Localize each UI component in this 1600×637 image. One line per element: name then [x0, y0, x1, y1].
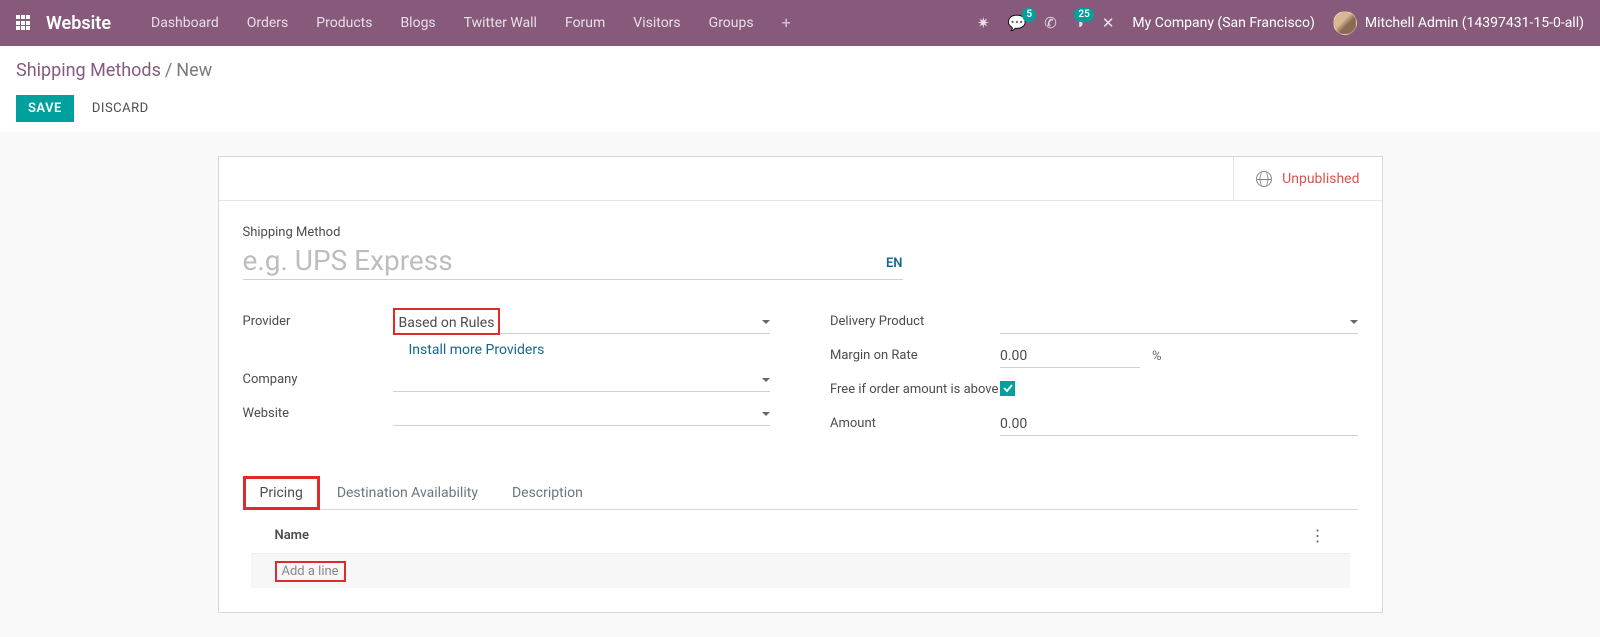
apps-menu-icon[interactable] — [16, 15, 32, 31]
debug-icon[interactable]: ✷ — [977, 14, 990, 32]
company-label: Company — [243, 368, 393, 387]
company-select[interactable] — [393, 368, 771, 392]
messages-icon[interactable]: 💬5 — [1008, 14, 1027, 32]
company-switcher[interactable]: My Company (San Francisco) — [1132, 15, 1314, 31]
top-navbar: Website Dashboard Orders Products Blogs … — [0, 0, 1600, 46]
publish-toggle[interactable]: Unpublished — [1233, 157, 1381, 200]
provider-label: Provider — [243, 310, 393, 329]
margin-input[interactable] — [1000, 344, 1140, 368]
form-sheet: Unpublished Shipping Method EN Provider — [218, 156, 1383, 613]
chevron-down-icon — [762, 378, 770, 382]
tab-destination-availability[interactable]: Destination Availability — [320, 476, 495, 509]
website-label: Website — [243, 402, 393, 421]
nav-item-twitter-wall[interactable]: Twitter Wall — [450, 0, 551, 46]
user-menu[interactable]: Mitchell Admin (14397431-15-0-all) — [1333, 11, 1584, 35]
tab-pricing[interactable]: Pricing — [243, 476, 320, 510]
breadcrumb-parent[interactable]: Shipping Methods — [16, 60, 161, 81]
nav-item-products[interactable]: Products — [302, 0, 386, 46]
free-if-above-label: Free if order amount is above — [830, 378, 1000, 397]
publish-label: Unpublished — [1282, 171, 1359, 187]
save-button[interactable]: SAVE — [16, 95, 74, 122]
nav-item-orders[interactable]: Orders — [233, 0, 303, 46]
chevron-down-icon — [762, 412, 770, 416]
provider-select[interactable]: Based on Rules — [393, 310, 771, 334]
app-brand[interactable]: Website — [46, 13, 111, 34]
discard-button[interactable]: DISCARD — [92, 101, 149, 116]
action-buttons: SAVE DISCARD — [16, 95, 1584, 122]
activities-badge: 25 — [1074, 8, 1093, 22]
nav-item-visitors[interactable]: Visitors — [619, 0, 694, 46]
notebook-tabs: Pricing Destination Availability Descrip… — [243, 476, 1358, 510]
column-header-name: Name — [275, 528, 309, 543]
amount-input[interactable] — [1000, 412, 1358, 436]
delivery-product-select[interactable] — [1000, 310, 1358, 334]
chevron-down-icon — [1350, 320, 1358, 324]
sheet-header: Unpublished — [219, 157, 1382, 201]
breadcrumb: Shipping Methods/New — [16, 60, 1584, 81]
shipping-method-input[interactable] — [243, 244, 872, 277]
tools-icon[interactable]: ✕ — [1102, 14, 1115, 32]
margin-suffix: % — [1152, 349, 1162, 364]
chevron-down-icon — [762, 320, 770, 324]
left-column: Provider Based on Rules Install more Pro… — [243, 310, 771, 446]
messages-badge: 5 — [1022, 8, 1036, 22]
systray: ✷ 💬5 ✆ ◑25 ✕ My Company (San Francisco) … — [977, 11, 1584, 35]
right-column: Delivery Product Margin on Rate % — [830, 310, 1358, 446]
phone-icon[interactable]: ✆ — [1044, 14, 1057, 32]
translate-button[interactable]: EN — [886, 256, 903, 277]
nav-item-add[interactable]: + — [768, 0, 805, 46]
tab-description[interactable]: Description — [495, 476, 600, 509]
breadcrumb-current: New — [176, 60, 212, 81]
globe-icon — [1256, 171, 1272, 187]
nav-item-dashboard[interactable]: Dashboard — [137, 0, 233, 46]
add-line-link[interactable]: Add a line — [275, 561, 346, 582]
nav-item-forum[interactable]: Forum — [551, 0, 619, 46]
nav-item-blogs[interactable]: Blogs — [386, 0, 449, 46]
nav-item-groups[interactable]: Groups — [695, 0, 768, 46]
install-providers-link[interactable]: Install more Providers — [393, 334, 545, 362]
free-if-above-checkbox[interactable] — [1000, 381, 1015, 396]
kebab-menu-icon[interactable]: ⋮ — [1310, 526, 1326, 545]
delivery-product-label: Delivery Product — [830, 310, 1000, 329]
pricing-list: Name ⋮ Add a line — [243, 510, 1358, 604]
website-select[interactable] — [393, 402, 771, 426]
user-name: Mitchell Admin (14397431-15-0-all) — [1365, 15, 1584, 31]
activities-icon[interactable]: ◑25 — [1075, 14, 1084, 32]
margin-label: Margin on Rate — [830, 344, 1000, 363]
control-panel: Shipping Methods/New SAVE DISCARD — [0, 46, 1600, 132]
nav-items: Dashboard Orders Products Blogs Twitter … — [137, 0, 805, 46]
shipping-method-label: Shipping Method — [243, 225, 1358, 240]
amount-label: Amount — [830, 412, 1000, 431]
avatar — [1333, 11, 1357, 35]
